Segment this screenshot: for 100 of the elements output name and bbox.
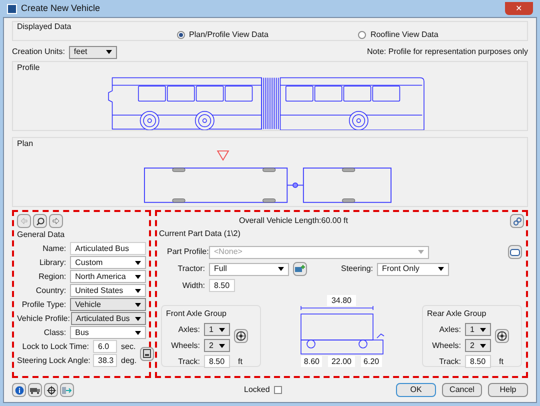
rounded-rectangle-icon xyxy=(510,248,520,256)
search-icon xyxy=(36,216,44,226)
field-label: Steering Lock Angle: xyxy=(17,354,89,366)
field-label: Region: xyxy=(38,270,66,282)
field-label: Wheels: xyxy=(431,340,461,352)
group-title: Front Axle Group xyxy=(166,308,228,320)
overall-length-text: Overall Vehicle Length:60.00 ft xyxy=(239,215,348,227)
close-button[interactable]: ✕ xyxy=(505,2,533,15)
dropdown[interactable]: 2 xyxy=(465,339,491,352)
search-button[interactable] xyxy=(33,214,47,228)
field-label: Profile Type: xyxy=(20,298,66,310)
unit-label: ft xyxy=(238,356,242,368)
dropdown[interactable]: 1 xyxy=(204,323,230,336)
dropdown[interactable]: Bus xyxy=(70,326,146,339)
field-label: Wheels: xyxy=(170,340,200,352)
truck-icon xyxy=(30,386,40,394)
input-field[interactable]: 8.50 xyxy=(209,279,235,292)
input-field[interactable]: Articulated Bus xyxy=(70,242,146,255)
vehicle-outline-button[interactable] xyxy=(508,245,522,259)
crosshair-icon xyxy=(46,386,56,394)
dropdown-caret-icon xyxy=(480,328,486,332)
dialog-button[interactable]: OK xyxy=(396,383,436,397)
input-field[interactable]: 6.0 xyxy=(93,340,117,353)
field-label: Library: xyxy=(38,256,66,268)
dialog-button[interactable]: Help xyxy=(488,383,528,397)
wheel-button[interactable] xyxy=(495,329,509,343)
dimension-value: 22.00 xyxy=(328,356,355,367)
field-label: Axles: xyxy=(438,324,461,336)
vehicle-button[interactable] xyxy=(28,383,42,397)
field-label: Country: xyxy=(34,284,66,296)
field-label: Name: xyxy=(42,242,66,254)
add-truck-button[interactable] xyxy=(293,262,307,276)
link-button[interactable] xyxy=(510,214,524,228)
dropdown[interactable]: Front Only xyxy=(377,262,450,276)
calculator-button[interactable] xyxy=(140,346,154,360)
unit-label: sec. xyxy=(121,340,136,352)
section-title: Current Part Data (1\2) xyxy=(159,228,242,240)
dropdown[interactable]: United States xyxy=(70,284,146,297)
info-icon xyxy=(14,386,24,394)
right-arrow-icon xyxy=(52,217,60,225)
field-label: Creation Units: xyxy=(12,46,65,58)
input-field[interactable]: 8.50 xyxy=(204,355,230,368)
group-title: Plan xyxy=(17,138,34,150)
dropdown[interactable]: 2 xyxy=(204,339,230,352)
dropdown-caret-icon xyxy=(418,250,424,254)
dropdown-caret-icon xyxy=(135,316,141,320)
truck-plus-icon xyxy=(295,265,305,273)
field-label: Track: xyxy=(177,356,200,368)
unit-label: deg. xyxy=(121,354,137,366)
dropdown-caret-icon xyxy=(106,50,112,54)
group-title: Profile xyxy=(17,62,41,74)
radio-label: Roofline View Data xyxy=(370,29,438,41)
note-text: Note: Profile for representation purposes only xyxy=(367,46,528,58)
wheel-icon xyxy=(236,331,246,341)
dropdown[interactable]: Vehicle xyxy=(70,298,146,311)
radio-button[interactable] xyxy=(358,31,366,39)
dropdown[interactable]: Full xyxy=(209,262,289,276)
dialog-button[interactable]: Cancel xyxy=(442,383,482,397)
dropdown-caret-icon xyxy=(135,330,141,334)
dropdown[interactable]: Custom xyxy=(70,256,146,269)
input-field[interactable]: 38.3 xyxy=(93,354,117,367)
field-label: Steering: xyxy=(341,263,374,275)
calculator-icon xyxy=(142,349,151,358)
field-label: Width: xyxy=(181,280,205,292)
app-logo-icon xyxy=(7,4,17,14)
dropdown-caret-icon xyxy=(480,344,486,348)
unit-label: ft xyxy=(499,356,504,368)
dropdown-caret-icon xyxy=(278,267,284,271)
wheel-button[interactable] xyxy=(234,329,248,343)
radio-label: Plan/Profile View Data xyxy=(189,29,268,41)
dropdown[interactable]: North America xyxy=(70,270,146,283)
window-title: Create New Vehicle xyxy=(21,2,100,15)
dropdown-caret-icon xyxy=(135,260,141,264)
dropdown[interactable]: Articulated Bus xyxy=(71,312,146,325)
left-arrow-icon xyxy=(20,217,28,225)
arrow-icon xyxy=(62,386,72,394)
dimension-value: 8.60 xyxy=(300,356,322,367)
field-label: Axles: xyxy=(177,324,200,336)
field-label: Tractor: xyxy=(176,263,205,275)
field-label: Lock to Lock Time: xyxy=(21,340,89,352)
wheel-icon xyxy=(497,331,507,341)
input-field[interactable]: 8.50 xyxy=(465,355,491,368)
dropdown[interactable]: 1 xyxy=(465,323,491,336)
info-button[interactable] xyxy=(12,383,26,397)
dropdown-caret-icon xyxy=(219,344,225,348)
dropdown-caret-icon xyxy=(219,328,225,332)
field-label: Track: xyxy=(438,356,461,368)
group-title: General Data xyxy=(17,229,66,241)
field-label: Vehicle Profile: xyxy=(17,312,67,324)
group-title: Rear Axle Group xyxy=(427,308,488,320)
dropdown-caret-icon xyxy=(135,288,141,292)
dropdown[interactable]: feet xyxy=(68,46,117,58)
field-label: Class: xyxy=(42,326,66,338)
dropdown-caret-icon xyxy=(135,302,141,306)
target-button[interactable] xyxy=(44,383,58,397)
dropdown-caret-icon xyxy=(438,267,444,271)
radio-button[interactable] xyxy=(177,31,185,39)
dimension-value: 6.20 xyxy=(360,356,382,367)
link-icon xyxy=(512,216,522,226)
locked-checkbox[interactable] xyxy=(274,386,282,394)
